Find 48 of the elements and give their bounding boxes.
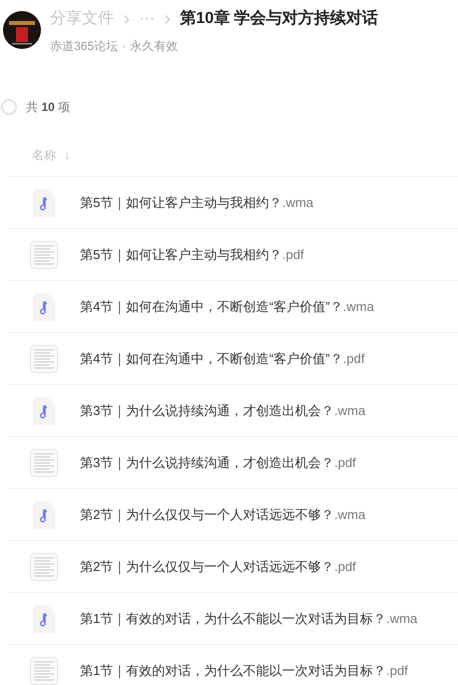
chevron-right-icon [124, 14, 129, 24]
music-file-icon [33, 500, 55, 528]
file-name: 第2节｜为什么仅仅与一个人对话远远不够？ [80, 506, 334, 524]
music-file-icon [33, 604, 55, 632]
file-extension: .wma [386, 610, 418, 628]
select-all-checkbox[interactable] [1, 99, 17, 115]
music-file-icon [33, 396, 55, 424]
file-row[interactable]: 第5节｜如何让客户主动与我相约？.wma [8, 177, 458, 229]
file-name: 第2节｜为什么仅仅与一个人对话远远不够？ [80, 558, 334, 576]
file-extension: .pdf [334, 454, 356, 472]
file-extension: .wma [334, 402, 366, 420]
file-extension: .pdf [334, 558, 356, 576]
file-row[interactable]: 第2节｜为什么仅仅与一个人对话远远不够？.pdf [8, 541, 458, 593]
item-count: 共 10 项 [26, 99, 70, 116]
file-row[interactable]: 第1节｜有效的对话，为什么不能以一次对话为目标？.wma [8, 593, 458, 645]
file-name: 第3节｜为什么说持续沟通，才创造出机会？ [80, 402, 334, 420]
file-name: 第5节｜如何让客户主动与我相约？ [80, 246, 282, 264]
file-name: 第4节｜如何在沟通中，不断创造“客户价值”？ [80, 350, 343, 368]
file-extension: .pdf [342, 350, 365, 368]
file-name: 第5节｜如何让客户主动与我相约？ [80, 194, 282, 212]
file-extension: .pdf [282, 246, 304, 264]
forum-logo-icon [3, 11, 41, 49]
document-thumbnail-icon [30, 552, 58, 580]
validity-label: 永久有效 [130, 38, 178, 55]
file-row[interactable]: 第3节｜为什么说持续沟通，才创造出机会？.pdf [8, 437, 458, 489]
music-file-icon [33, 188, 55, 216]
file-name: 第4节｜如何在沟通中，不断创造“客户价值”？ [80, 298, 343, 316]
file-row[interactable]: 第4节｜如何在沟通中，不断创造“客户价值”？.wma [8, 281, 458, 333]
file-extension: .wma [282, 194, 314, 212]
file-row[interactable]: 第2节｜为什么仅仅与一个人对话远远不够？.wma [8, 489, 458, 541]
file-row[interactable]: 第1节｜有效的对话，为什么不能以一次对话为目标？.pdf [8, 645, 458, 685]
separator-dot: · [122, 38, 126, 55]
owner-name: 赤道365论坛 [50, 38, 118, 55]
document-thumbnail-icon [30, 240, 58, 268]
file-extension: .wma [342, 298, 374, 316]
folder-title: 第10章 学会与对方持续对话 [180, 8, 378, 29]
document-thumbnail-icon [30, 448, 58, 476]
file-row[interactable]: 第5节｜如何让客户主动与我相约？.pdf [8, 229, 458, 281]
music-file-icon [33, 292, 55, 320]
file-row[interactable]: 第4节｜如何在沟通中，不断创造“客户价值”？.pdf [8, 333, 458, 385]
file-row[interactable]: 第3节｜为什么说持续沟通，才创造出机会？.wma [8, 385, 458, 437]
file-name: 第3节｜为什么说持续沟通，才创造出机会？ [80, 454, 334, 472]
file-extension: .wma [334, 506, 366, 524]
file-name: 第1节｜有效的对话，为什么不能以一次对话为目标？ [80, 662, 386, 680]
document-thumbnail-icon [30, 344, 58, 372]
file-name: 第1节｜有效的对话，为什么不能以一次对话为目标？ [80, 610, 386, 628]
chevron-right-icon [164, 14, 170, 24]
file-extension: .pdf [386, 662, 408, 680]
